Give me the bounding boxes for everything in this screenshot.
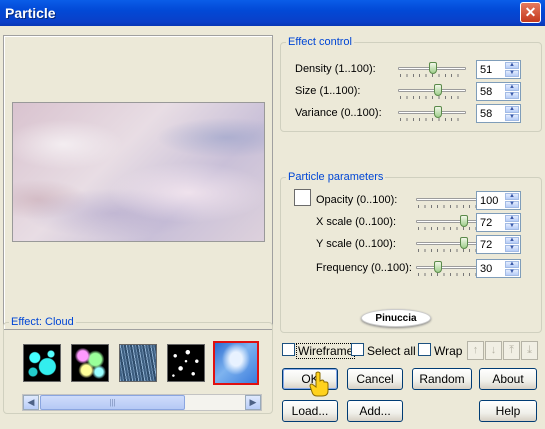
arrow-down-icon: ▼	[505, 223, 519, 230]
frequency-row: Frequency (0..100): 30 ▲ ▼	[316, 258, 526, 278]
effect-group: Effect: Cloud ◀ ||| ▶	[3, 316, 273, 414]
y-scale-label: Y scale (0..100):	[316, 238, 396, 250]
arrow-up-icon: ▲	[505, 261, 519, 268]
help-button[interactable]: Help	[479, 400, 537, 422]
arrow-down-icon: ▼	[505, 114, 519, 121]
arrow-down-icon: ▼	[505, 245, 519, 252]
add-button[interactable]: Add...	[347, 400, 403, 422]
density-slider[interactable]	[398, 62, 466, 77]
effect-thumb-cloud[interactable]	[213, 341, 259, 385]
effect-control-legend: Effect control	[288, 36, 352, 48]
select-all-label[interactable]: Select all	[367, 344, 416, 358]
frequency-input[interactable]: 30 ▲ ▼	[476, 259, 521, 278]
variance-input[interactable]: 58 ▲ ▼	[476, 104, 521, 123]
move-bottom-button[interactable]: ⤓	[521, 341, 538, 360]
arrow-down-icon: ▼	[505, 70, 519, 77]
dialog-client: Effect: Cloud ◀ ||| ▶ Effect control Den…	[0, 26, 545, 429]
effect-group-legend: Effect: Cloud	[11, 316, 74, 328]
effect-thumb-bubbles[interactable]	[23, 344, 61, 382]
scroll-left-button[interactable]: ◀	[23, 395, 39, 410]
x-scale-row: X scale (0..100): 72 ▲ ▼	[316, 212, 526, 232]
load-button[interactable]: Load...	[282, 400, 338, 422]
arrow-up-icon: ▲	[505, 237, 519, 244]
arrow-up-icon: ↑	[472, 344, 479, 356]
random-button[interactable]: Random	[412, 368, 472, 390]
arrow-down-icon: ↓	[490, 344, 497, 356]
wireframe-label[interactable]: Wireframe	[296, 343, 356, 359]
size-row: Size (1..100): 58 ▲ ▼	[295, 81, 535, 101]
arrow-up-icon: ▲	[505, 106, 519, 113]
opacity-input[interactable]: 100 ▲ ▼	[476, 191, 521, 210]
size-label: Size (1..100):	[295, 85, 361, 97]
move-up-button[interactable]: ↑	[467, 341, 484, 360]
scroll-right-button[interactable]: ▶	[245, 395, 261, 410]
title-bar: Particle ✕	[0, 0, 545, 26]
arrow-up-icon: ▲	[505, 193, 519, 200]
arrow-up-icon: ▲	[505, 84, 519, 91]
effect-thumb-rain[interactable]	[119, 344, 157, 382]
move-top-button[interactable]: ⤒	[503, 341, 520, 360]
arrow-up-icon: ▲	[505, 215, 519, 222]
y-scale-input[interactable]: 72 ▲ ▼	[476, 235, 521, 254]
opacity-checkbox[interactable]	[294, 189, 311, 206]
close-button[interactable]: ✕	[520, 2, 541, 23]
effect-thumb-glow[interactable]	[71, 344, 109, 382]
size-slider[interactable]	[398, 84, 466, 99]
wrap-label[interactable]: Wrap	[434, 344, 462, 358]
density-row: Density (1..100): 51 ▲ ▼	[295, 59, 535, 79]
cancel-button[interactable]: Cancel	[347, 368, 403, 390]
move-top-icon: ⤒	[509, 344, 514, 356]
x-scale-label: X scale (0..100):	[316, 216, 397, 228]
y-scale-slider[interactable]	[416, 237, 484, 252]
wrap-checkbox[interactable]	[418, 343, 431, 356]
close-icon: ✕	[524, 4, 537, 20]
effect-scrollbar[interactable]: ◀ ||| ▶	[22, 394, 262, 411]
effect-thumb-stars[interactable]	[167, 344, 205, 382]
size-input[interactable]: 58 ▲ ▼	[476, 82, 521, 101]
wireframe-checkbox[interactable]	[282, 343, 295, 356]
particle-parameters-legend: Particle parameters	[288, 171, 384, 183]
variance-row: Variance (0..100): 58 ▲ ▼	[295, 103, 535, 123]
arrow-up-icon: ▲	[505, 62, 519, 69]
frequency-slider[interactable]	[416, 261, 484, 276]
about-button[interactable]: About	[479, 368, 537, 390]
y-scale-row: Y scale (0..100): 72 ▲ ▼	[316, 234, 526, 254]
pointing-hand-icon	[309, 371, 329, 397]
window-title: Particle	[5, 5, 56, 21]
scroll-thumb[interactable]: |||	[40, 395, 185, 410]
move-down-button[interactable]: ↓	[485, 341, 502, 360]
density-input[interactable]: 51 ▲ ▼	[476, 60, 521, 79]
select-all-checkbox[interactable]	[351, 343, 364, 356]
frequency-label: Frequency (0..100):	[316, 262, 412, 274]
preview-image	[12, 102, 265, 242]
arrow-down-icon: ▼	[505, 269, 519, 276]
variance-label: Variance (0..100):	[295, 107, 382, 119]
move-bottom-icon: ⤓	[527, 344, 532, 356]
opacity-row: Opacity (0..100): 100 ▲ ▼	[316, 190, 526, 210]
x-scale-slider[interactable]	[416, 215, 484, 230]
variance-slider[interactable]	[398, 106, 466, 121]
x-scale-input[interactable]: 72 ▲ ▼	[476, 213, 521, 232]
arrow-down-icon: ▼	[505, 201, 519, 208]
pinuccia-logo: Pinuccia	[361, 309, 431, 327]
opacity-label: Opacity (0..100):	[316, 194, 398, 206]
effect-thumbnails	[4, 328, 272, 398]
arrow-down-icon: ▼	[505, 92, 519, 99]
density-label: Density (1..100):	[295, 63, 376, 75]
opacity-slider[interactable]	[416, 193, 484, 208]
preview-panel	[3, 35, 273, 330]
